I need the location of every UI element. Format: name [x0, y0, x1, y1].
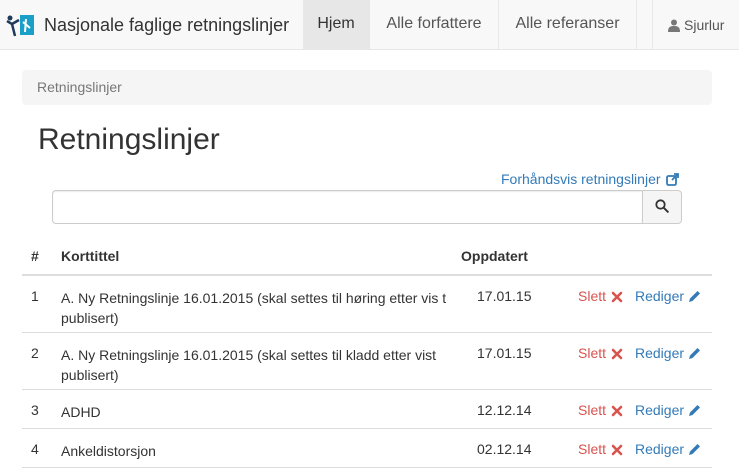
table-row: 1 A. Ny Retningslinje 16.01.2015 (skal s…: [22, 276, 712, 333]
delete-button[interactable]: Slett: [578, 441, 623, 457]
search-button[interactable]: [642, 190, 682, 224]
row-updated: 02.12.14: [477, 441, 532, 457]
search-input[interactable]: [52, 190, 642, 224]
nav-item-alle-forfattere[interactable]: Alle forfattere: [370, 0, 498, 50]
table-row: 4 Ankeldistorsjon 02.12.14 Slett Rediger: [22, 429, 712, 468]
nav-item-alle-referanser[interactable]: Alle referanser: [499, 0, 636, 50]
edit-button[interactable]: Rediger: [635, 345, 701, 361]
user-menu[interactable]: Sjurlur: [668, 0, 724, 50]
breadcrumb-item-retningslinjer: Retningslinjer: [37, 79, 122, 95]
delete-button[interactable]: Slett: [578, 345, 623, 361]
preview-link-label: Forhåndsvis retningslinjer: [501, 171, 661, 187]
table-row: 2 A. Ny Retningslinje 16.01.2015 (skal s…: [22, 333, 712, 390]
edit-button[interactable]: Rediger: [635, 441, 701, 457]
edit-label: Rediger: [635, 288, 685, 304]
nav-item-hjem[interactable]: Hjem: [303, 0, 369, 50]
brand-logo-icon: [6, 10, 36, 40]
edit-button[interactable]: Rediger: [635, 402, 701, 418]
guidelines-table: # Korttittel Oppdatert 1 A. Ny Retningsl…: [22, 238, 712, 468]
user-icon: [668, 19, 680, 32]
delete-label: Slett: [578, 345, 607, 361]
row-updated: 17.01.15: [477, 288, 532, 304]
row-updated: 17.01.15: [477, 345, 532, 361]
remove-icon: [611, 443, 623, 456]
external-link-icon: [665, 172, 679, 186]
remove-icon: [611, 404, 623, 417]
delete-label: Slett: [578, 402, 607, 418]
page-title: Retningslinjer: [38, 123, 220, 156]
row-title: A. Ny Retningslinje 16.01.2015 (skal set…: [61, 347, 437, 383]
search-group: [52, 190, 682, 224]
row-num: 2: [31, 345, 39, 361]
brand-title: Nasjonale faglige retningslinjer: [44, 14, 290, 35]
header-title: Korttittel: [61, 248, 120, 264]
edit-label: Rediger: [635, 402, 685, 418]
table-row: 3 ADHD 12.12.14 Slett Rediger: [22, 390, 712, 429]
table-header: # Korttittel Oppdatert: [22, 238, 712, 276]
user-name: Sjurlur: [684, 17, 725, 33]
row-title: Ankeldistorsjon: [61, 443, 156, 459]
row-num: 1: [31, 288, 39, 304]
edit-label: Rediger: [635, 441, 685, 457]
remove-icon: [611, 290, 623, 303]
pencil-icon: [688, 404, 701, 417]
row-updated: 12.12.14: [477, 402, 532, 418]
delete-label: Slett: [578, 288, 607, 304]
delete-button[interactable]: Slett: [578, 402, 623, 418]
pencil-icon: [688, 347, 701, 360]
remove-icon: [611, 347, 623, 360]
delete-label: Slett: [578, 441, 607, 457]
header-updated: Oppdatert: [461, 248, 528, 264]
row-num: 3: [31, 402, 39, 418]
pencil-icon: [688, 443, 701, 456]
brand-link[interactable]: Nasjonale faglige retningslinjer: [0, 0, 289, 50]
edit-button[interactable]: Rediger: [635, 288, 701, 304]
search-icon: [655, 198, 669, 216]
breadcrumb: Retningslinjer: [22, 70, 712, 105]
delete-button[interactable]: Slett: [578, 288, 623, 304]
row-title: ADHD: [61, 404, 101, 420]
header-num: #: [31, 248, 39, 264]
row-title: A. Ny Retningslinje 16.01.2015 (skal set…: [61, 290, 447, 326]
pencil-icon: [688, 290, 701, 303]
preview-guidelines-link[interactable]: Forhåndsvis retningslinjer: [501, 171, 679, 187]
row-num: 4: [31, 441, 39, 457]
top-navbar: Nasjonale faglige retningslinjer Hjem Al…: [0, 0, 739, 50]
edit-label: Rediger: [635, 345, 685, 361]
